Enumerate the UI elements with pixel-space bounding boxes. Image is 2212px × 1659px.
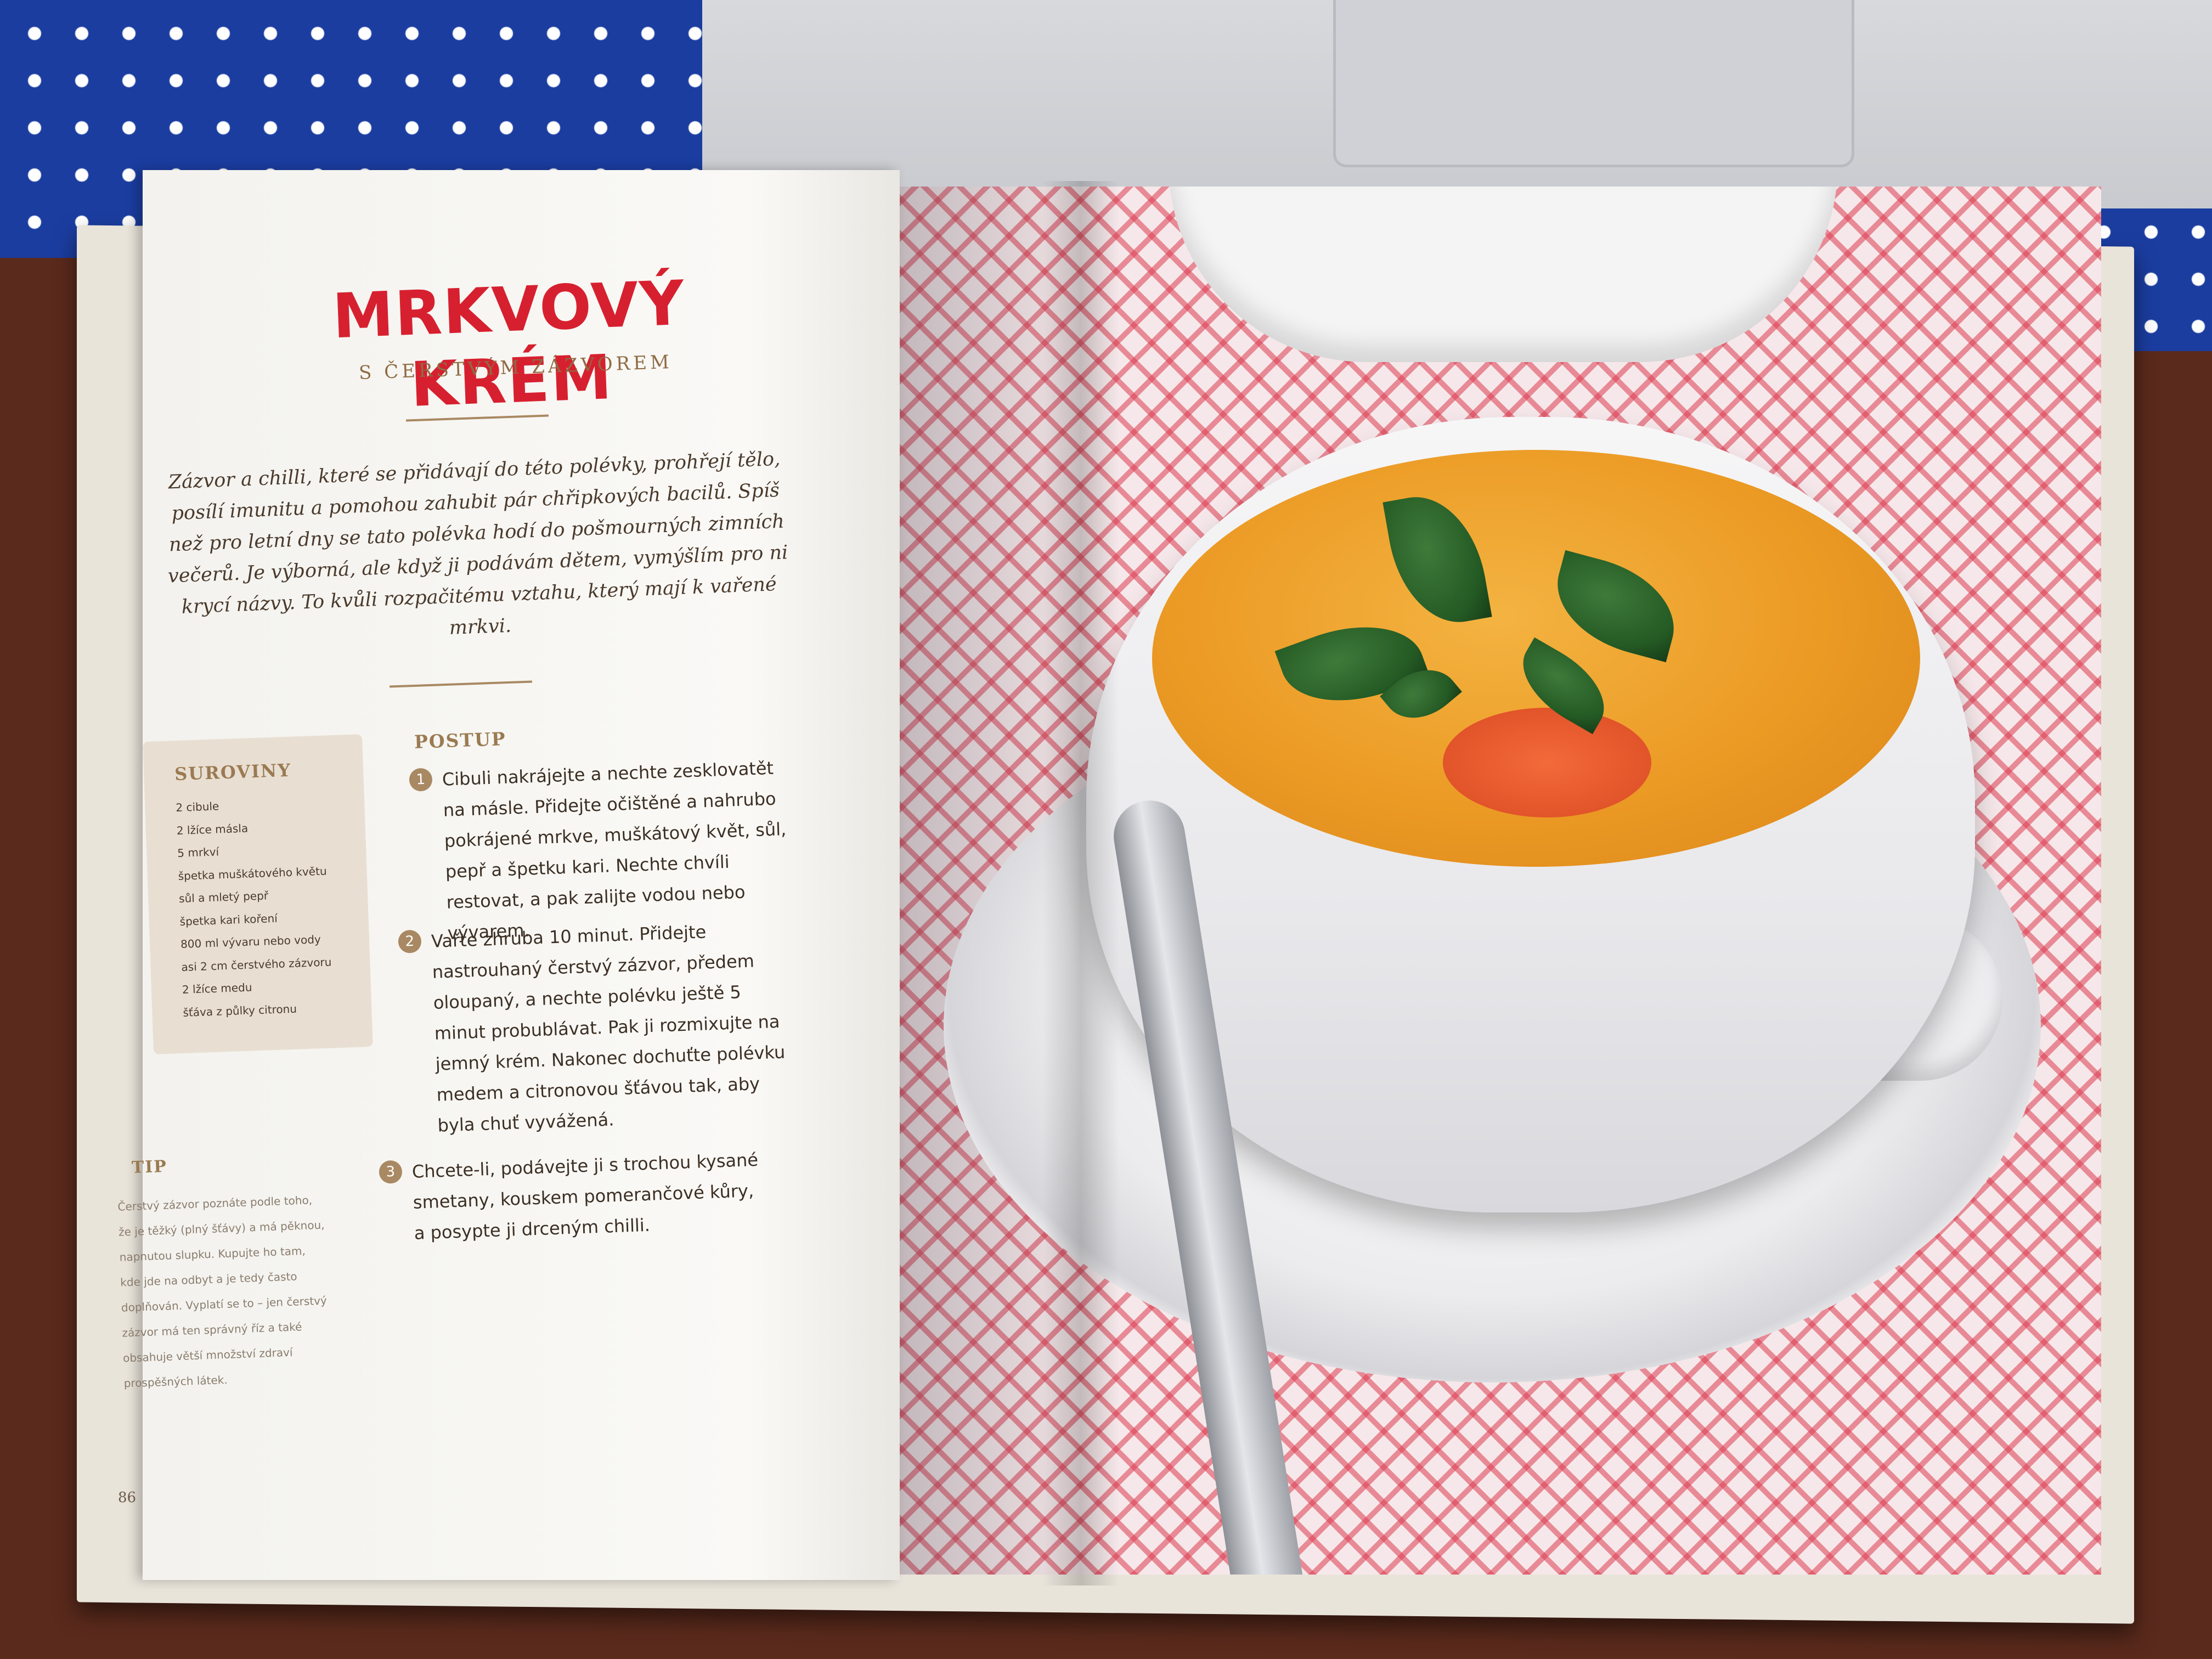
background-bowl bbox=[1169, 187, 1838, 362]
book-gutter bbox=[1042, 181, 1119, 1585]
ingredients-box: SUROVINY 2 cibule 2 lžíce másla 5 mrkví … bbox=[143, 734, 373, 1054]
recipe-title: MRKVOVÝ KRÉM bbox=[331, 267, 687, 421]
step-text: Vařte zhruba 10 minut. Přidejte nastrouh… bbox=[431, 921, 786, 1136]
tip-heading: TIP bbox=[131, 1156, 168, 1178]
steps-heading: POSTUP bbox=[414, 728, 507, 753]
soup-photo-page bbox=[845, 187, 2101, 1575]
open-cookbook: MRKVOVÝ KRÉM S ČERSTVÝM ZÁZVOREM Zázvor … bbox=[0, 0, 2212, 1659]
tip-text: Čerstvý zázvor poznáte podle toho, že je… bbox=[117, 1193, 328, 1390]
recipe-intro: Zázvor a chilli, které se přidávají do t… bbox=[167, 448, 788, 640]
step-text: Chcete-li, podávejte ji s trochou kysané… bbox=[411, 1149, 759, 1244]
carrot-slice-garnish bbox=[1443, 708, 1651, 817]
ingredients-heading: SUROVINY bbox=[174, 759, 292, 785]
page-number: 86 bbox=[118, 1489, 137, 1506]
